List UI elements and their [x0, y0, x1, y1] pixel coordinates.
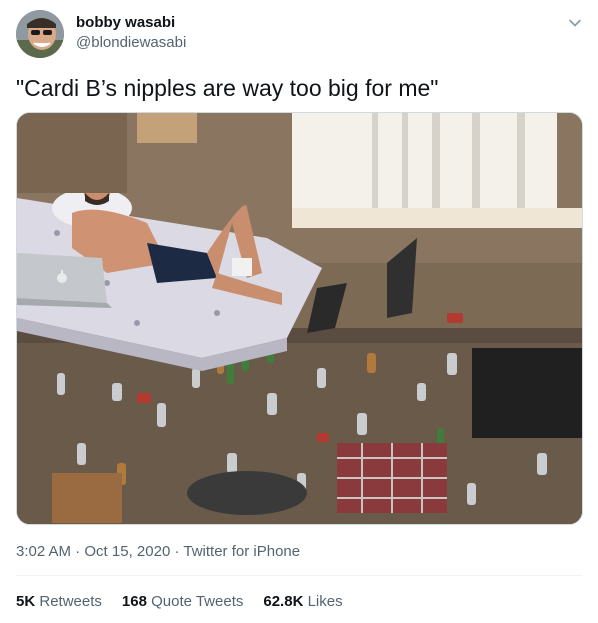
- tweet-meta: 3:02 AM · Oct 15, 2020 · Twitter for iPh…: [16, 542, 300, 562]
- author-handle[interactable]: @blondiewasabi: [76, 34, 186, 52]
- likes-stat[interactable]: 62.8K Likes: [263, 592, 342, 612]
- chevron-down-icon: [569, 19, 581, 27]
- divider: [16, 575, 582, 576]
- tweet-stats: 5K Retweets 168 Quote Tweets 62.8K Likes: [16, 592, 343, 612]
- author-name[interactable]: bobby wasabi: [76, 14, 175, 32]
- likes-label: Likes: [307, 593, 343, 610]
- tweet-photo[interactable]: [16, 112, 583, 525]
- tweet-timestamp[interactable]: 3:02 AM: [16, 543, 71, 560]
- likes-count: 62.8K: [263, 593, 304, 610]
- tweet-source[interactable]: Twitter for iPhone: [183, 543, 300, 560]
- meta-separator: ·: [75, 543, 81, 560]
- tweet-date[interactable]: Oct 15, 2020: [84, 543, 170, 560]
- quotes-count: 168: [121, 593, 147, 610]
- more-options-button[interactable]: [564, 12, 586, 34]
- quotes-label: Quote Tweets: [151, 593, 244, 610]
- avatar-image: [16, 10, 64, 58]
- retweets-count: 5K: [16, 593, 36, 610]
- avatar[interactable]: [16, 10, 64, 58]
- retweets-label: Retweets: [39, 593, 102, 610]
- meta-separator: ·: [174, 543, 180, 560]
- tweet-text: "Cardi B’s nipples are way too big for m…: [16, 75, 439, 101]
- tweet-card: bobby wasabi @blondiewasabi "Cardi B’s n…: [0, 0, 598, 623]
- retweets-stat[interactable]: 5K Retweets: [16, 592, 102, 612]
- quote-tweets-stat[interactable]: 168 Quote Tweets: [122, 592, 243, 612]
- photo-messy-room: [17, 113, 582, 524]
